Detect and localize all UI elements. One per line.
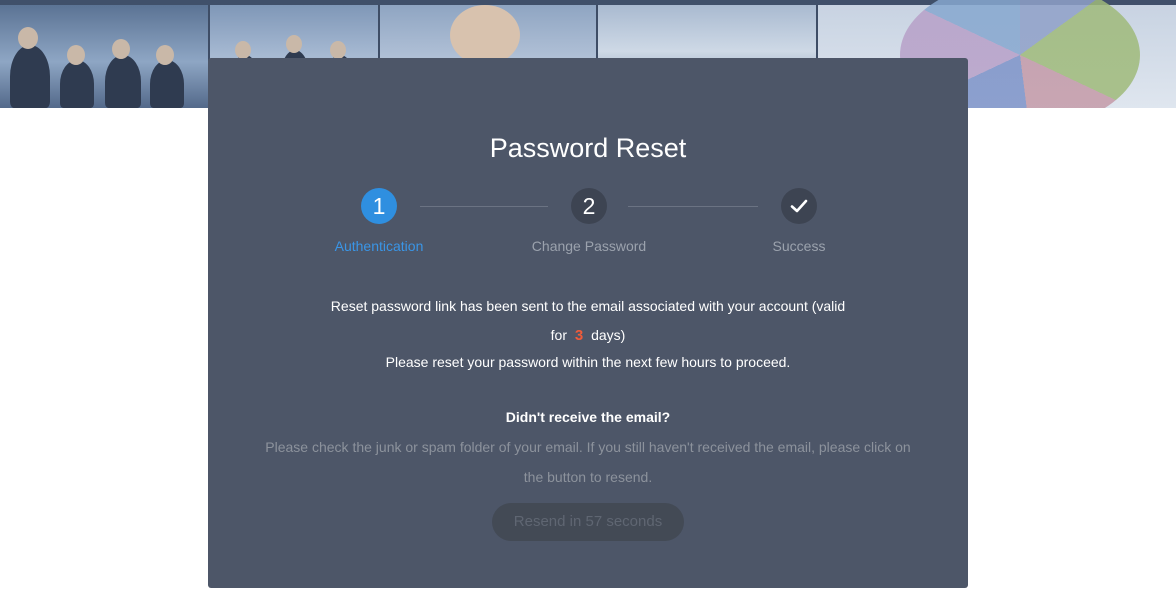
help-text-line-2: the button to resend. (523, 469, 653, 485)
check-icon (790, 199, 808, 213)
step-2-label: Change Password (531, 238, 647, 254)
sent-message-line-1: Reset password link has been sent to the… (330, 298, 846, 314)
password-reset-dialog: Password Reset 1 Authentication 2 Change… (208, 58, 968, 588)
validity-prefix: for (550, 327, 567, 343)
sent-message-line-3: Please reset your password within the ne… (385, 354, 791, 370)
progress-stepper: 1 Authentication 2 Change Password Succe… (208, 186, 968, 266)
step-1-label: Authentication (334, 238, 424, 254)
step-3-label: Success (772, 238, 826, 254)
step-connector (420, 206, 548, 207)
validity-suffix: days) (591, 327, 626, 343)
validity-days: 3 (574, 327, 584, 344)
step-connector (628, 206, 758, 207)
resend-button[interactable]: Resend in 57 seconds (492, 503, 684, 541)
step-3-circle (781, 188, 817, 224)
step-1-circle: 1 (361, 188, 397, 224)
banner-photo-meeting (0, 5, 210, 108)
sent-message-line-2: for 3 days) (208, 327, 968, 344)
help-heading: Didn't receive the email? (505, 409, 671, 425)
page-title: Password Reset (489, 133, 687, 163)
step-2-circle: 2 (571, 188, 607, 224)
help-text-line-1: Please check the junk or spam folder of … (265, 439, 911, 455)
